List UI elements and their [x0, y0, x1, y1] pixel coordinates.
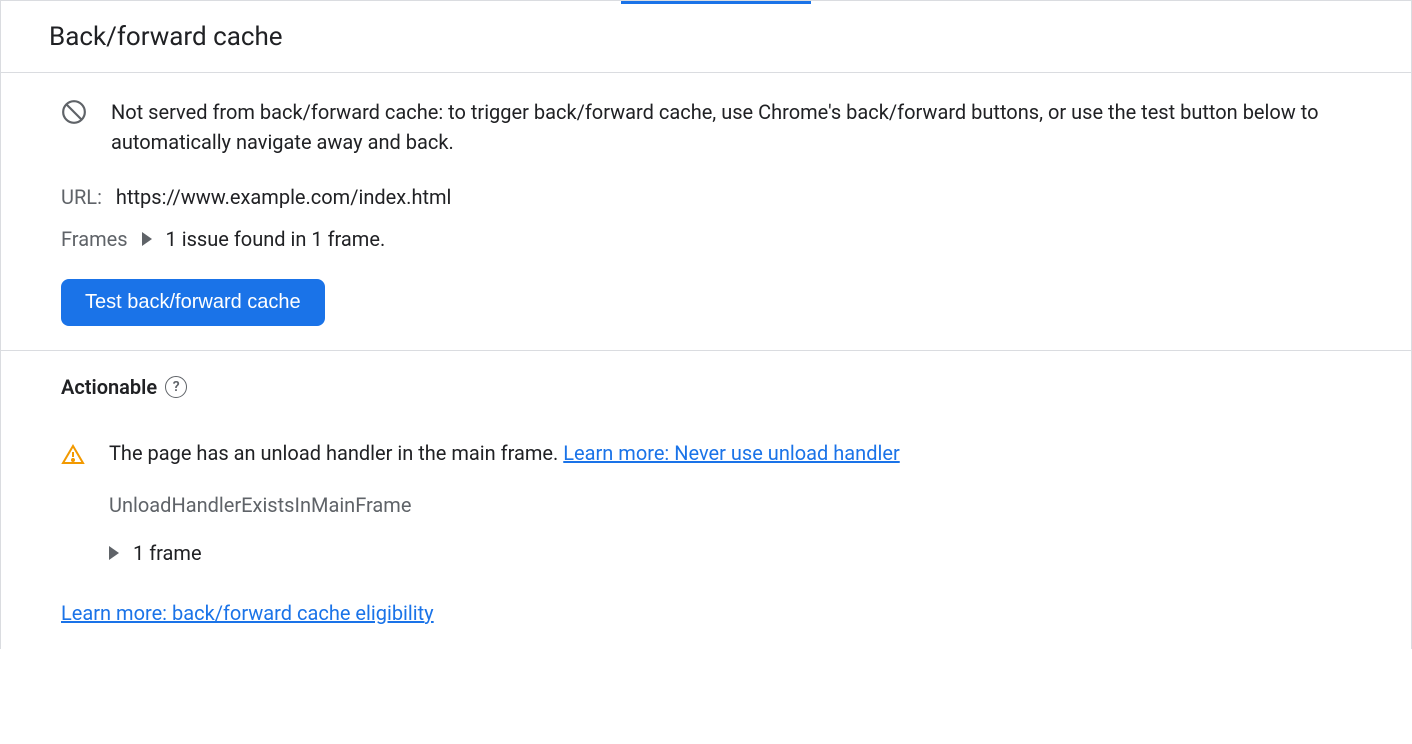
issue-reason: UnloadHandlerExistsInMainFrame [109, 493, 1363, 517]
eligibility-learn-more-link[interactable]: Learn more: back/forward cache eligibili… [61, 601, 434, 625]
test-bfc-button[interactable]: Test back/forward cache [61, 279, 325, 326]
status-message: Not served from back/forward cache: to t… [111, 97, 1363, 157]
actionable-section: Actionable ? The page has an unload hand… [1, 351, 1411, 649]
url-row: URL: https://www.example.com/index.html [61, 185, 1363, 209]
help-icon[interactable]: ? [165, 376, 187, 398]
issue-text: The page has an unload handler in the ma… [109, 441, 563, 465]
disclosure-triangle-icon [109, 546, 119, 560]
status-section: Not served from back/forward cache: to t… [1, 73, 1411, 351]
frames-row[interactable]: Frames 1 issue found in 1 frame. [61, 227, 1363, 251]
not-served-icon [61, 99, 87, 125]
issue-content: The page has an unload handler in the ma… [109, 441, 900, 465]
actionable-title: Actionable [61, 375, 157, 399]
warning-icon [61, 443, 85, 467]
url-value: https://www.example.com/index.html [116, 185, 452, 209]
status-row: Not served from back/forward cache: to t… [61, 97, 1363, 157]
url-label: URL: [61, 185, 102, 209]
frame-count-row[interactable]: 1 frame [109, 541, 1363, 565]
frames-summary: 1 issue found in 1 frame. [166, 227, 386, 251]
disclosure-triangle-icon [142, 232, 152, 246]
frame-count: 1 frame [133, 541, 202, 565]
footer-link-row: Learn more: back/forward cache eligibili… [61, 601, 1363, 625]
issue-learn-more-link[interactable]: Learn more: Never use unload handler [563, 441, 899, 465]
bfc-panel: Back/forward cache Not served from back/… [0, 0, 1412, 649]
page-title: Back/forward cache [49, 22, 1363, 52]
panel-header: Back/forward cache [1, 4, 1411, 73]
issue-row: The page has an unload handler in the ma… [61, 441, 1363, 467]
frames-label: Frames [61, 227, 128, 251]
actionable-header: Actionable ? [61, 375, 1363, 399]
